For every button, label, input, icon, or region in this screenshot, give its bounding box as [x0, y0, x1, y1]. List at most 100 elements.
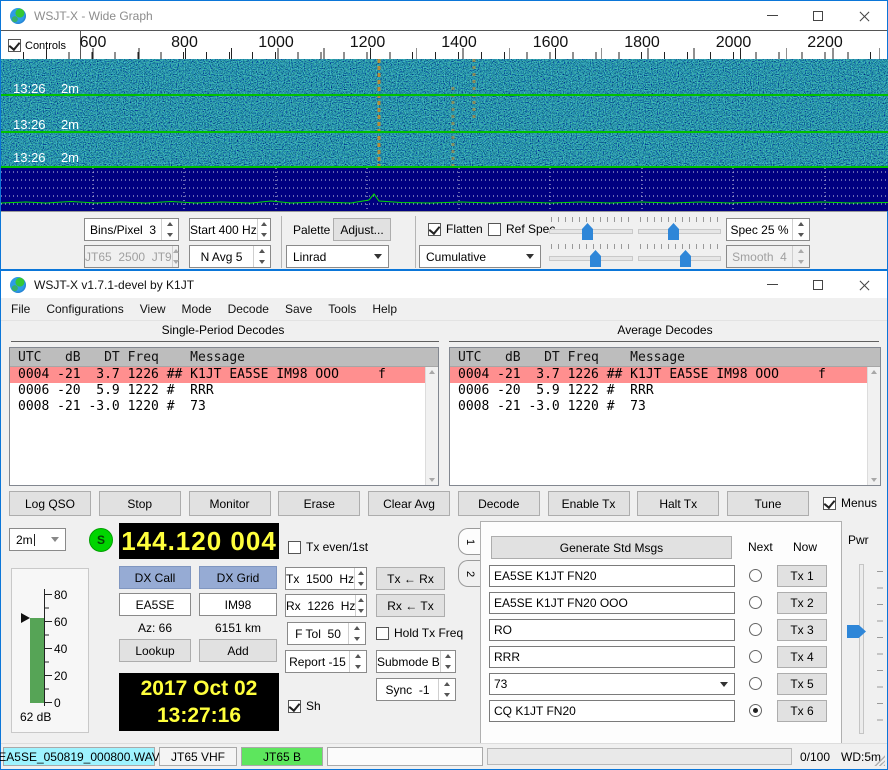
submode-spinner[interactable]: Submode B — [376, 650, 456, 673]
menu-decode[interactable]: Decode — [220, 299, 277, 319]
lookup-button[interactable]: Lookup — [119, 639, 191, 662]
decode-row[interactable]: 0004 -21 3.7 1226 ## K1JT EA5SE IM98 OOO… — [10, 367, 425, 383]
tx-freq-spinner[interactable]: Tx 1500 Hz — [285, 567, 367, 590]
gain-slider-2[interactable] — [549, 243, 633, 269]
spin-down-icon[interactable] — [349, 634, 365, 645]
spin-down-icon[interactable] — [356, 606, 366, 617]
bins-per-pixel-spinner[interactable]: Bins/Pixel 3 — [84, 218, 179, 241]
report-spinner[interactable]: Report -15 — [285, 650, 367, 673]
spin-up-icon[interactable] — [356, 595, 366, 606]
spin-down-icon[interactable] — [350, 662, 366, 673]
button-erase[interactable]: Erase — [278, 491, 360, 516]
menu-mode[interactable]: Mode — [174, 299, 220, 319]
average-decodes-table[interactable]: UTC dB DT Freq Message 0004 -21 3.7 1226… — [449, 347, 881, 486]
pwr-slider[interactable] — [859, 564, 864, 734]
tx-next-radio-4[interactable] — [749, 650, 762, 663]
dx-grid-button[interactable]: DX Grid — [199, 566, 277, 589]
rx-freq-spinner[interactable]: Rx 1226 Hz — [285, 594, 367, 617]
tx-next-radio-2[interactable] — [749, 596, 762, 609]
tx-message-field-1[interactable]: EA5SE K1JT FN20 — [489, 565, 735, 587]
palette-select[interactable]: Linrad — [286, 245, 389, 268]
flatten-checkbox[interactable] — [428, 223, 441, 236]
close-button[interactable] — [841, 1, 887, 30]
spin-up-icon[interactable] — [439, 679, 455, 690]
tx-now-button-3[interactable]: Tx 3 — [777, 619, 827, 641]
add-button[interactable]: Add — [199, 639, 277, 662]
flatten-toggle[interactable]: Flatten — [428, 222, 483, 236]
gain-slider-1[interactable] — [549, 216, 633, 242]
dx-grid-field[interactable]: IM98 — [199, 593, 277, 616]
scroll-down-icon[interactable] — [429, 478, 435, 482]
tx-next-radio-5[interactable] — [749, 677, 762, 690]
tx-message-field-2[interactable]: EA5SE K1JT FN20 OOO — [489, 592, 735, 614]
spectrum-display[interactable] — [1, 168, 888, 211]
button-tune[interactable]: Tune — [727, 491, 809, 516]
tab-1[interactable]: 1 — [458, 528, 481, 555]
maximize-button[interactable] — [795, 1, 841, 30]
dx-call-button[interactable]: DX Call — [119, 566, 191, 589]
waterfall-display[interactable] — [1, 59, 888, 168]
decode-row[interactable]: 0006 -20 5.9 1222 # RRR — [450, 383, 867, 399]
spin-down-icon[interactable] — [258, 230, 270, 241]
tx-message-field-5[interactable]: 73 — [489, 673, 735, 695]
hold-tx-freq-toggle[interactable]: Hold Tx Freq — [376, 626, 463, 640]
display-mode-select[interactable]: Cumulative — [419, 245, 541, 268]
spin-up-icon[interactable] — [793, 219, 809, 230]
button-enable-tx[interactable]: Enable Tx — [548, 491, 630, 516]
resize-grip[interactable] — [873, 754, 885, 766]
spec-percent-spinner[interactable]: Spec 25 % — [726, 218, 810, 241]
slider-handle[interactable] — [680, 250, 691, 267]
button-decode[interactable]: Decode — [458, 491, 540, 516]
scrollbar[interactable] — [867, 367, 880, 485]
decode-row[interactable]: 0008 -21 -3.0 1220 # 73 — [10, 399, 425, 415]
tx-even-checkbox[interactable] — [288, 541, 301, 554]
maximize-button[interactable] — [795, 271, 841, 298]
spin-down-icon[interactable] — [441, 662, 455, 673]
spin-down-icon[interactable] — [254, 257, 270, 268]
spin-down-icon[interactable] — [355, 579, 366, 590]
tx-next-radio-6[interactable] — [749, 704, 762, 717]
button-monitor[interactable]: Monitor — [189, 491, 271, 516]
decode-list[interactable]: 0004 -21 3.7 1226 ## K1JT EA5SE IM98 OOO… — [450, 367, 867, 485]
spin-up-icon[interactable] — [355, 568, 366, 579]
slider-handle[interactable] — [668, 223, 679, 240]
tx-even-toggle[interactable]: Tx even/1st — [288, 540, 368, 554]
menu-help[interactable]: Help — [364, 299, 405, 319]
rx-from-tx-button[interactable]: Rx ← Tx — [376, 594, 445, 617]
button-halt-tx[interactable]: Halt Tx — [637, 491, 719, 516]
minimize-button[interactable] — [749, 271, 795, 298]
tx-now-button-5[interactable]: Tx 5 — [777, 673, 827, 695]
wide-graph-titlebar[interactable]: WSJT-X - Wide Graph — [1, 1, 887, 30]
spin-up-icon[interactable] — [441, 651, 455, 662]
sync-spinner[interactable]: Sync -1 — [376, 678, 456, 701]
dx-call-field[interactable]: EA5SE — [119, 593, 191, 616]
button-clear-avg[interactable]: Clear Avg — [368, 491, 450, 516]
tx-message-field-6[interactable]: CQ K1JT FN20 — [489, 700, 735, 722]
ref-spec-checkbox[interactable] — [488, 223, 501, 236]
scrollbar[interactable] — [425, 367, 438, 485]
menus-checkbox[interactable] — [823, 497, 836, 510]
n-avg-spinner[interactable]: N Avg 5 — [189, 245, 271, 268]
scroll-up-icon[interactable] — [429, 370, 435, 374]
menu-tools[interactable]: Tools — [320, 299, 364, 319]
decode-row[interactable]: 0006 -20 5.9 1222 # RRR — [10, 383, 425, 399]
f-tol-spinner[interactable]: F Tol 50 — [287, 622, 366, 645]
decode-row[interactable]: 0008 -21 -3.0 1220 # 73 — [450, 399, 867, 415]
close-button[interactable] — [841, 271, 887, 298]
button-stop[interactable]: Stop — [99, 491, 181, 516]
button-log-qso[interactable]: Log QSO — [9, 491, 91, 516]
ref-spec-toggle[interactable]: Ref Spec — [488, 222, 555, 236]
spin-up-icon[interactable] — [349, 623, 365, 634]
tab-2[interactable]: 2 — [458, 560, 481, 587]
spin-up-icon[interactable] — [350, 651, 366, 662]
spin-up-icon[interactable] — [162, 219, 178, 230]
start-freq-spinner[interactable]: Start 400 Hz — [189, 218, 271, 241]
decode-row[interactable]: 0004 -21 3.7 1226 ## K1JT EA5SE IM98 OOO… — [450, 367, 867, 383]
sh-toggle[interactable]: Sh — [288, 699, 321, 713]
slider-handle[interactable] — [582, 223, 593, 240]
tx-next-radio-3[interactable] — [749, 623, 762, 636]
spin-up-icon[interactable] — [254, 246, 270, 257]
menus-toggle[interactable]: Menus — [823, 496, 877, 510]
minimize-button[interactable] — [749, 1, 795, 30]
main-titlebar[interactable]: WSJT-X v1.7.1-devel by K1JT — [1, 271, 887, 298]
